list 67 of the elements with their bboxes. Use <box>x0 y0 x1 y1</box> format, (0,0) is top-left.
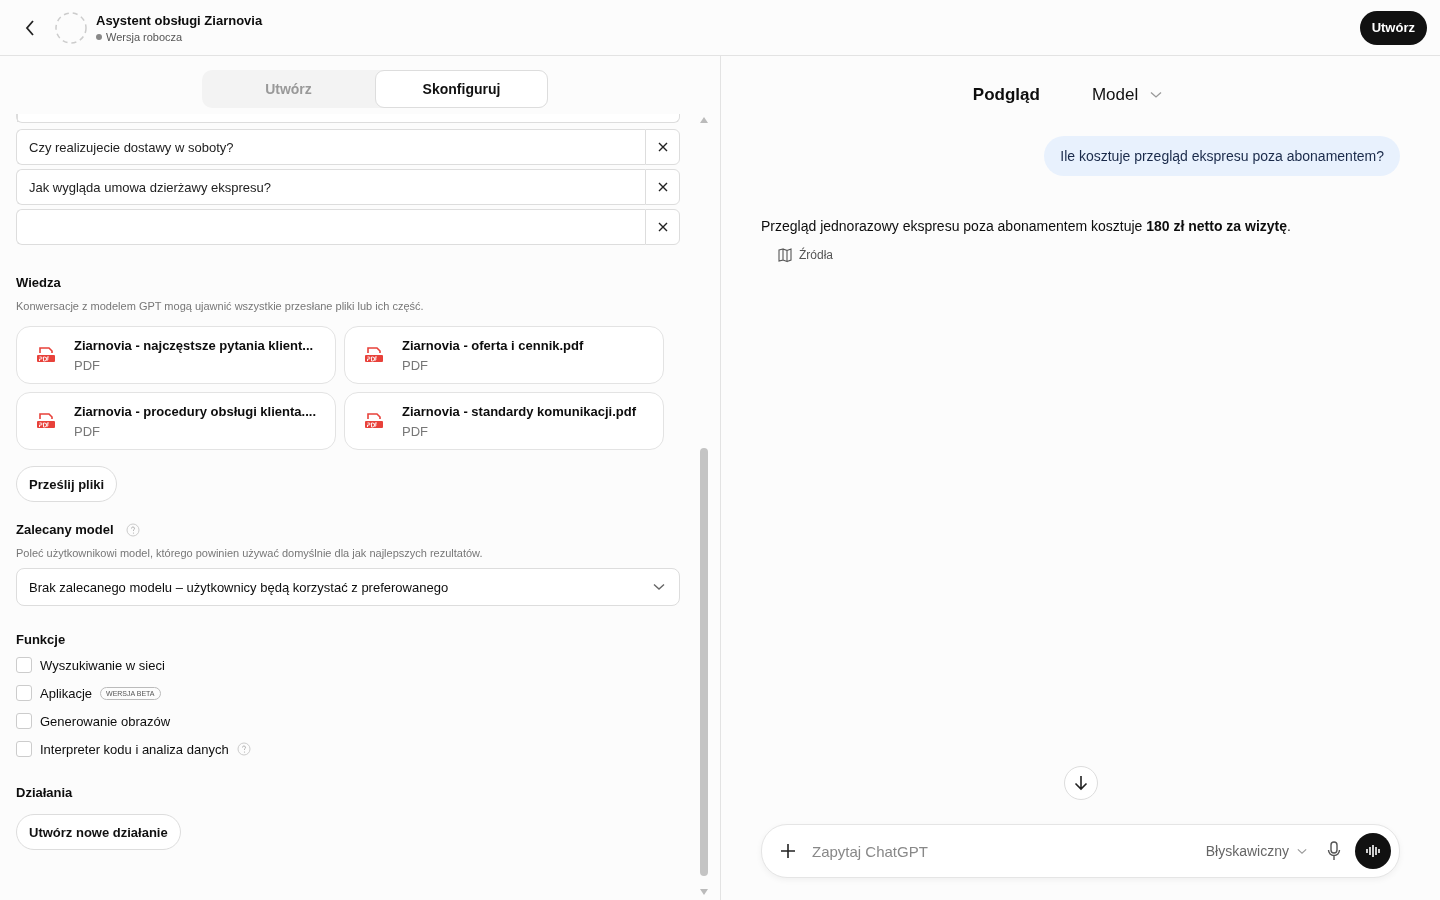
model-menu[interactable]: Model <box>1085 84 1169 106</box>
arrow-down-icon <box>1073 775 1088 791</box>
section-heading: Wiedza <box>16 275 62 290</box>
close-icon <box>657 182 668 192</box>
voice-button[interactable] <box>1355 833 1391 869</box>
assistant-message: Przegląd jednorazowy ekspresu poza abonamentem kosztuje 180 zł netto za wizytę. <box>761 218 1292 234</box>
model-select[interactable]: Brak zalecanego modelu – użytkownicy będą korzystać z preferowanego <box>16 568 680 606</box>
file-card[interactable]: Ziarnovia - oferta i cennik.pdf PDF <box>344 326 664 384</box>
plus-icon[interactable] <box>780 843 796 859</box>
starter-field[interactable]: Czy realizujecie dostawy w soboty? <box>16 129 645 165</box>
file-card[interactable]: Ziarnovia - najczęstsze pytania klient... PDF <box>16 326 336 384</box>
remove-button[interactable] <box>645 129 680 165</box>
file-type: PDF <box>74 357 101 373</box>
checkbox[interactable] <box>16 741 32 757</box>
microphone-icon[interactable] <box>1327 841 1341 861</box>
scroll-up-arrow-icon[interactable] <box>700 117 708 123</box>
section-heading: Zalecany model <box>16 522 114 537</box>
feature-label: Aplikacje <box>40 685 93 701</box>
close-icon <box>657 142 668 152</box>
help-icon[interactable] <box>125 522 140 537</box>
mode-tab[interactable]: Skonfiguruj <box>375 70 548 108</box>
file-type: PDF <box>402 423 429 439</box>
help-icon[interactable] <box>236 742 251 756</box>
status-dot <box>96 33 102 40</box>
create-button[interactable]: Utwórz <box>1359 10 1427 45</box>
file-name: Ziarnovia - procedury obsługi klienta.... <box>74 403 316 419</box>
section-note: Poleć użytkownikowi model, którego powinien używać domyślnie dla jak najlepszych rezultatów. <box>16 547 484 559</box>
preview-title: Podgląd <box>972 85 1040 105</box>
user-message: Ile kosztuje przegląd ekspresu poza abonamentem? <box>1044 136 1400 176</box>
checkbox[interactable] <box>16 685 32 701</box>
chat-input[interactable]: Zapytaj ChatGPT Błyskawiczny <box>761 824 1400 878</box>
sound-wave-icon <box>1365 844 1381 858</box>
avatar-placeholder-icon <box>54 10 88 45</box>
remove-button[interactable] <box>645 209 680 245</box>
file-type: PDF <box>74 423 101 439</box>
feature-label: Wyszukiwanie w sieci <box>40 657 165 673</box>
draft-status: Wersja robocza <box>106 30 183 43</box>
chevron-down-icon <box>653 583 665 591</box>
feature-label: Generowanie obrazów <box>40 713 171 729</box>
scrollbar-thumb[interactable] <box>700 448 708 876</box>
new-action-button[interactable]: Utwórz nowe działanie <box>16 814 181 850</box>
book-icon <box>777 247 793 263</box>
feature-label: Interpreter kodu i analiza danych <box>40 741 229 757</box>
section-note: Konwersacje z modelem GPT mogą ujawnić wszystkie przesłane pliki lub ich część. <box>16 300 425 312</box>
chevron-down-icon <box>1297 847 1307 855</box>
section-heading: Funkcje <box>16 632 67 647</box>
section-heading: Działania <box>16 785 74 800</box>
starter-field[interactable] <box>16 209 645 245</box>
file-name: Ziarnovia - standardy komunikacji.pdf <box>402 403 637 419</box>
file-card[interactable]: Ziarnovia - procedury obsługi klienta.... PDF <box>16 392 336 450</box>
upload-button[interactable]: Prześlij pliki <box>16 466 118 502</box>
back-icon[interactable] <box>24 18 36 37</box>
gpt-title: Asystent obsługi Ziarnovia <box>96 12 264 28</box>
scroll-down-arrow-icon[interactable] <box>700 889 708 895</box>
remove-button[interactable] <box>645 169 680 205</box>
sources-button[interactable]: Źródła <box>771 246 839 264</box>
scroll-down-button[interactable] <box>1063 766 1098 800</box>
file-card[interactable]: Ziarnovia - standardy komunikacji.pdf PDF <box>344 392 664 450</box>
file-type: PDF <box>402 357 429 373</box>
checkbox[interactable] <box>16 657 32 673</box>
checkbox[interactable] <box>16 713 32 729</box>
file-name: Ziarnovia - najczęstsze pytania klient... <box>74 337 314 353</box>
starter-field[interactable]: Jak wygląda umowa dzierżawy ekspresu? <box>16 169 645 205</box>
file-name: Ziarnovia - oferta i cennik.pdf <box>402 337 584 353</box>
chevron-down-icon <box>1150 91 1163 99</box>
mode-selector[interactable]: Błyskawiczny <box>1199 842 1313 860</box>
close-icon <box>657 222 668 232</box>
